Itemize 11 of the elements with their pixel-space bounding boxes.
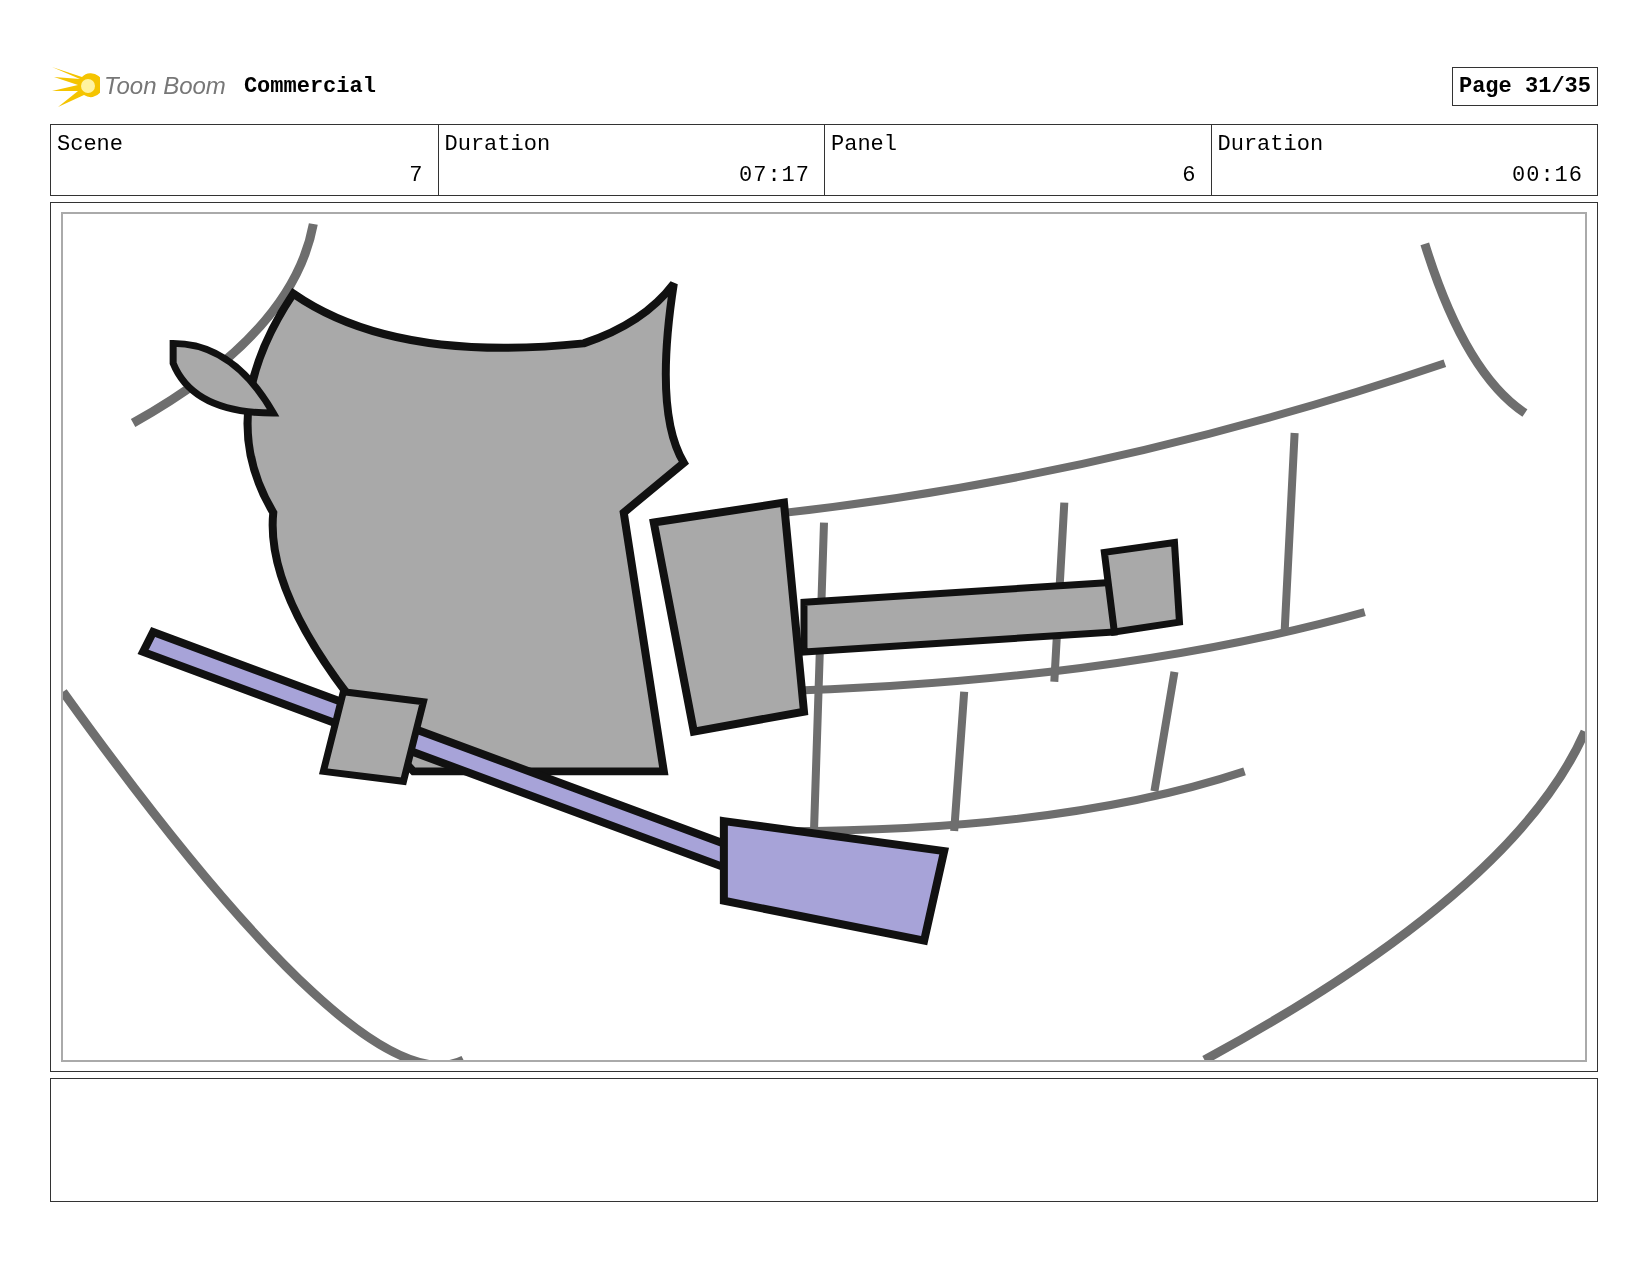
field-label: Panel	[831, 132, 898, 157]
field-value: 00:16	[1511, 163, 1583, 188]
field-value: 07:17	[738, 163, 810, 188]
project-title: Commercial	[243, 73, 376, 99]
field-value: 6	[1181, 163, 1197, 188]
field-label: Scene	[57, 132, 124, 157]
page-number: Page 31/35	[1451, 66, 1598, 106]
field-label: Duration	[1217, 132, 1325, 157]
logo-text: Toon Boom	[104, 72, 226, 100]
field-value: 7	[408, 163, 424, 188]
field-label: Duration	[444, 132, 552, 157]
